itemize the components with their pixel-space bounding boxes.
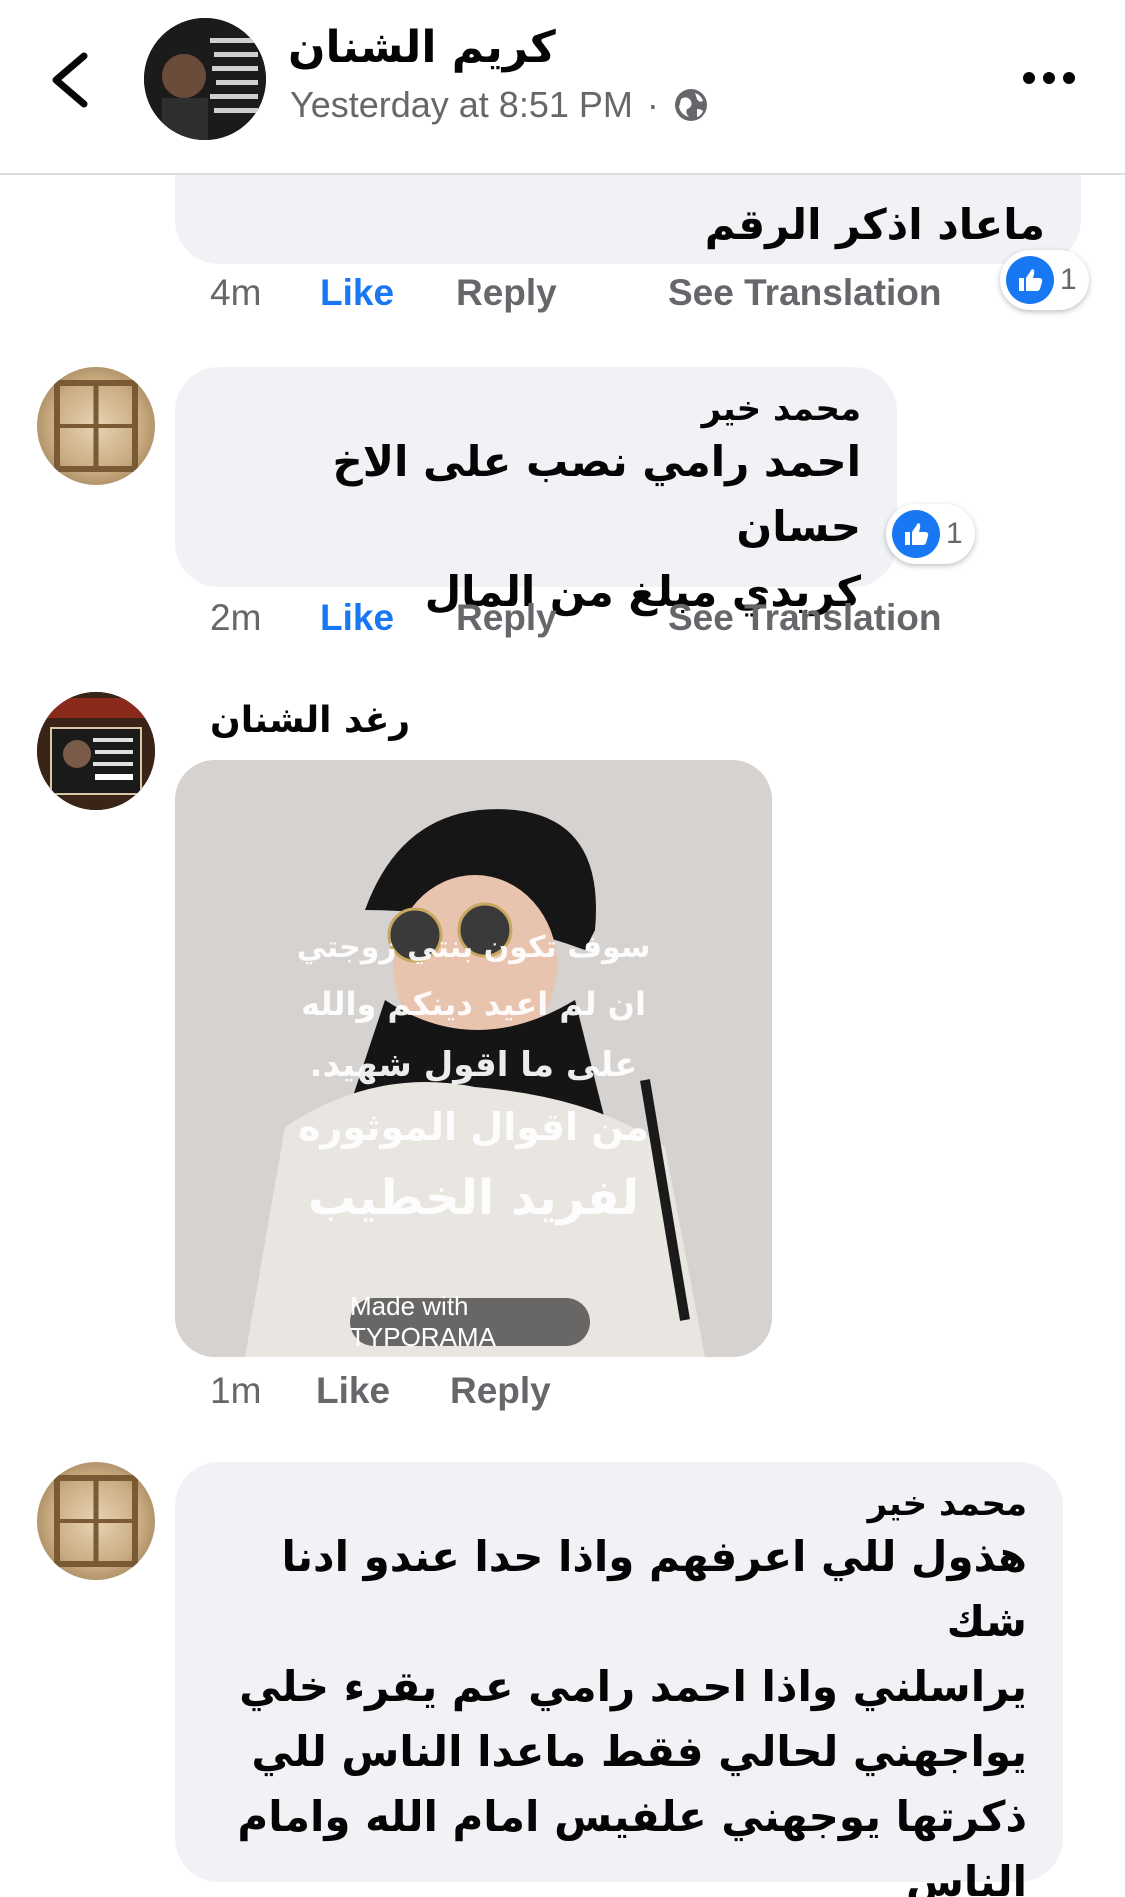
comment-author[interactable]: رغد الشنان xyxy=(210,700,410,741)
commenter-avatar[interactable] xyxy=(37,367,155,485)
post-header: كريم الشنان Yesterday at 8:51 PM · xyxy=(0,0,1125,175)
like-button[interactable]: Like xyxy=(320,597,456,639)
reply-button[interactable]: Reply xyxy=(450,1370,551,1412)
comment-image[interactable]: سوف تكون بنتي زوجتي ان لم اعيد دينكم وال… xyxy=(175,760,772,1357)
see-translation-link[interactable]: See Translation xyxy=(668,597,942,639)
commenter-avatar[interactable] xyxy=(37,692,155,810)
comment-actions: 2m Like Reply See Translation xyxy=(210,597,942,639)
comment-time: 2m xyxy=(210,597,262,638)
author-avatar[interactable] xyxy=(144,18,266,140)
post-meta: Yesterday at 8:51 PM · xyxy=(290,84,709,126)
like-button[interactable]: Like xyxy=(316,1370,450,1412)
reaction-count[interactable]: 1 xyxy=(1000,250,1089,310)
reply-button[interactable]: Reply xyxy=(456,272,668,314)
comment-actions: 1m Like Reply xyxy=(210,1370,551,1412)
author-name[interactable]: كريم الشنان xyxy=(288,22,556,73)
comment-text-line: يراسلني واذا احمد رامي عم يقرء خلي xyxy=(239,1662,1027,1711)
comment-author[interactable]: محمد خير xyxy=(211,1484,1027,1524)
like-reaction-icon xyxy=(1006,256,1054,304)
reaction-number: 1 xyxy=(946,517,963,550)
reply-button[interactable]: Reply xyxy=(456,597,668,639)
comment-bubble[interactable]: محمد خير هذول للي اعرفهم واذا حدا عندو ا… xyxy=(175,1462,1063,1897)
comment-text-line: ذكرتها يوجهني علفيس امام الله وامام xyxy=(237,1792,1027,1841)
comment-time: 4m xyxy=(210,272,262,313)
image-caption-line: سوف تكون بنتي زوجتي xyxy=(296,930,651,965)
image-caption-line: على ما اقول شهيد. xyxy=(309,1045,638,1085)
see-translation-link[interactable]: See Translation xyxy=(668,272,942,314)
globe-icon xyxy=(674,89,707,121)
comment-bubble[interactable]: محمد خير احمد رامي نصب على الاخ حسان كري… xyxy=(175,367,897,616)
comment-text-line: احمد رامي نصب على الاخ حسان xyxy=(332,437,861,551)
back-arrow-icon[interactable] xyxy=(46,50,94,110)
comment-text-line: الناس xyxy=(905,1857,1027,1897)
more-options-icon[interactable] xyxy=(1021,68,1077,88)
reaction-number: 1 xyxy=(1060,263,1077,296)
comment-text: ماعاد اذكر الرقم xyxy=(704,200,1045,249)
like-reaction-icon xyxy=(892,510,940,558)
image-caption-line: ان لم اعيد دينكم والله xyxy=(301,985,646,1023)
typorama-watermark: Made with TYPORAMA xyxy=(350,1291,590,1352)
post-timestamp[interactable]: Yesterday at 8:51 PM xyxy=(290,84,633,126)
comment-text-line: هذول للي اعرفهم واذا حدا عندو ادنا شك xyxy=(281,1532,1027,1646)
comment-text-line: يواجهني لحالي فقط ماعدا الناس للي xyxy=(251,1727,1027,1776)
like-button[interactable]: Like xyxy=(320,272,456,314)
comment-time: 1m xyxy=(210,1370,262,1411)
comment-author[interactable]: محمد خير xyxy=(211,389,861,429)
comment-actions: 4m Like Reply See Translation xyxy=(210,272,942,314)
commenter-avatar[interactable] xyxy=(37,1462,155,1580)
reaction-count[interactable]: 1 xyxy=(886,504,975,564)
image-caption-line: من اقوال الموثوره xyxy=(298,1105,649,1149)
meta-separator: · xyxy=(646,84,659,125)
image-caption-line: لفريد الخطيب xyxy=(307,1170,640,1226)
